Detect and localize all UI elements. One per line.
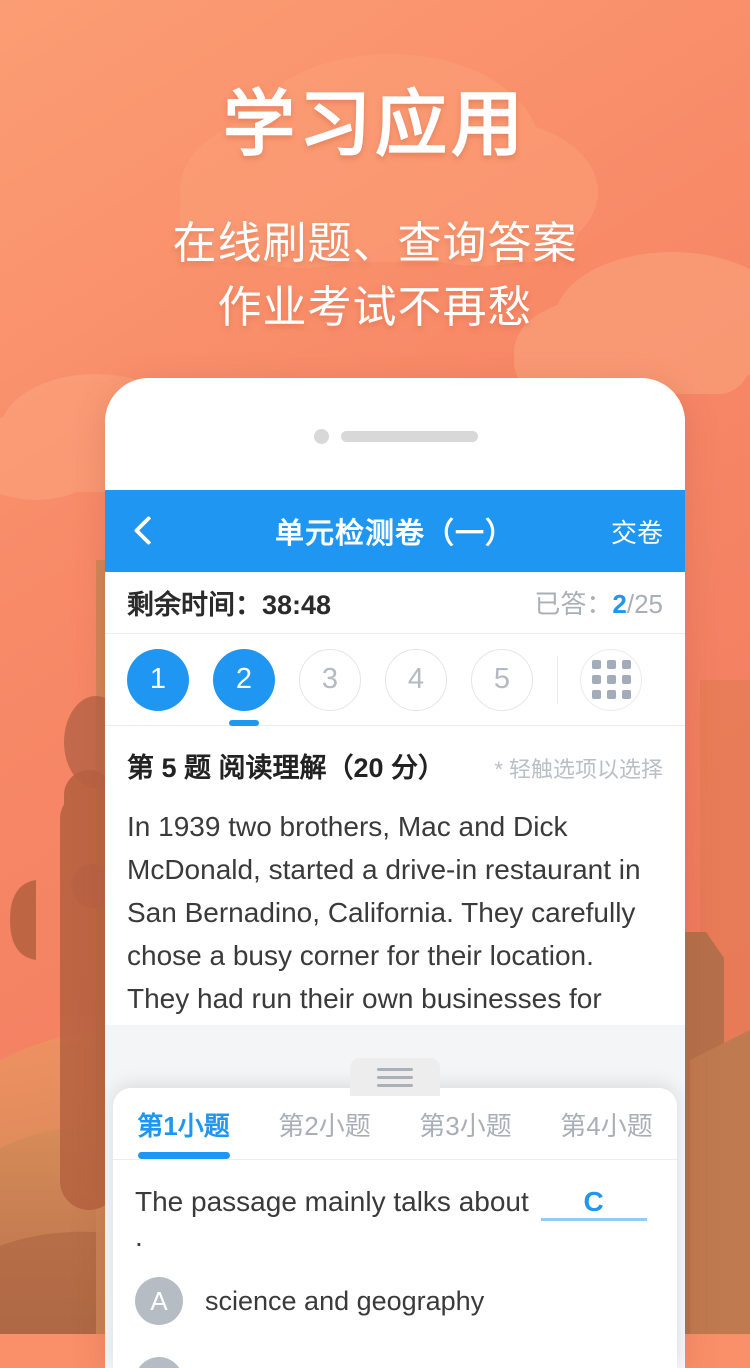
tab-sub-question-2[interactable]: 第2小题: [254, 1088, 395, 1159]
question-number-1[interactable]: 1: [127, 649, 189, 711]
option-a[interactable]: A science and geography: [113, 1261, 677, 1341]
reading-passage: In 1939 two brothers, Mac and Dick McDon…: [105, 799, 685, 1025]
remaining-time-label: 剩余时间：38:48: [127, 583, 331, 622]
answered-current: 2: [612, 589, 626, 619]
submit-exam-button[interactable]: 交卷: [611, 513, 663, 550]
page-title: 单元检测卷（一）: [105, 510, 685, 552]
grid-dot: [592, 690, 601, 699]
answer-sheet-card: 第1小题 第2小题 第3小题 第4小题 The passage mainly t…: [113, 1088, 677, 1368]
question-number-2[interactable]: 2: [213, 649, 275, 711]
tab-sub-question-3[interactable]: 第3小题: [395, 1088, 536, 1159]
camera-dot-icon: [314, 429, 329, 444]
question-number-4[interactable]: 4: [385, 649, 447, 711]
grid-dot: [622, 675, 631, 684]
drag-line: [377, 1084, 413, 1087]
phone-mockup: 单元检测卷（一） 交卷 剩余时间：38:48 已答：2/25 1 2 3 4 5: [105, 378, 685, 1368]
option-b-badge: B: [135, 1357, 183, 1368]
speaker-grille-icon: [341, 431, 478, 442]
drag-line: [377, 1076, 413, 1079]
grid-dot: [607, 675, 616, 684]
question-number-3[interactable]: 3: [299, 649, 361, 711]
grid-dot: [607, 660, 616, 669]
sub-question-tabs: 第1小题 第2小题 第3小题 第4小题: [113, 1088, 677, 1160]
grid-menu-icon[interactable]: [580, 649, 642, 711]
tab-sub-question-4[interactable]: 第4小题: [536, 1088, 677, 1159]
option-b[interactable]: B mathematics and history: [113, 1341, 677, 1368]
answer-blank[interactable]: C: [541, 1186, 647, 1221]
grid-dot: [592, 675, 601, 684]
qnav-divider: [557, 656, 558, 704]
drag-line: [377, 1068, 413, 1071]
tab-sub-question-1[interactable]: 第1小题: [113, 1088, 254, 1159]
question-stem-period: .: [135, 1221, 143, 1252]
grid-dot: [607, 690, 616, 699]
promo-title: 学习应用: [0, 86, 750, 165]
question-stem-text: The passage mainly talks about: [135, 1186, 529, 1217]
answered-prefix: 已答：: [534, 589, 612, 619]
promo-subtitle: 在线刷题、查询答案 作业考试不再愁: [0, 212, 750, 340]
grid-dot: [622, 690, 631, 699]
question-meta-hint: * 轻触选项以选择: [494, 752, 663, 784]
promo-subtitle-line-1: 在线刷题、查询答案: [0, 212, 750, 276]
question-meta: 第 5 题 阅读理解（20 分） * 轻触选项以选择: [105, 726, 685, 799]
grid-dot: [622, 660, 631, 669]
exam-status-bar: 剩余时间：38:48 已答：2/25: [105, 572, 685, 634]
question-number-5[interactable]: 5: [471, 649, 533, 711]
answered-count-label: 已答：2/25: [534, 584, 663, 621]
question-meta-title: 第 5 题 阅读理解（20 分）: [127, 746, 445, 785]
question-stem: The passage mainly talks about C.: [113, 1160, 677, 1261]
option-a-text: science and geography: [205, 1286, 484, 1317]
back-chevron-icon[interactable]: [127, 514, 161, 548]
app-header: 单元检测卷（一） 交卷: [105, 490, 685, 572]
question-number-nav: 1 2 3 4 5: [105, 634, 685, 726]
grid-dot: [592, 660, 601, 669]
app-screen: 单元检测卷（一） 交卷 剩余时间：38:48 已答：2/25 1 2 3 4 5: [105, 490, 685, 1368]
promo-subtitle-line-2: 作业考试不再愁: [0, 276, 750, 340]
phone-top-bezel: [105, 378, 685, 490]
option-a-badge: A: [135, 1277, 183, 1325]
answered-total: /25: [627, 589, 663, 619]
